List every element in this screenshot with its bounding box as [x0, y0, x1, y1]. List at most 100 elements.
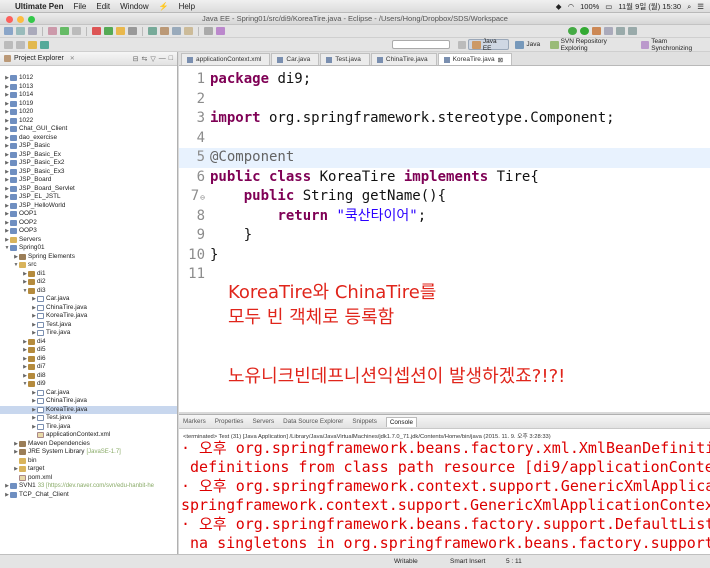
publish-icon[interactable] — [128, 27, 137, 35]
tree-item[interactable]: ▶ di6 — [0, 355, 177, 364]
tree-item[interactable]: ▶ target — [0, 465, 177, 474]
quick-access-input[interactable] — [392, 40, 450, 49]
save-all-icon[interactable] — [28, 27, 37, 35]
wifi-icon[interactable]: ◠ — [568, 2, 575, 11]
tree-item[interactable]: ▶ SVN1 33 [https://dev.naver.com/svn/edu-h… — [0, 482, 177, 491]
tree-item[interactable]: ▶ 1012 — [0, 74, 177, 83]
perspective-java[interactable]: Java — [511, 39, 544, 50]
tree-item[interactable]: ▶ dao_exercise — [0, 134, 177, 143]
battery-percent[interactable]: 100% — [580, 2, 599, 11]
tree-item[interactable]: ▶ JSP_HelloWorld — [0, 202, 177, 211]
tree-item[interactable]: ▶ di7 — [0, 363, 177, 372]
view-close-icon[interactable]: ✕ — [70, 55, 75, 62]
open-type-icon[interactable] — [184, 27, 193, 35]
console-tab-markers[interactable]: Markers — [183, 418, 206, 425]
console-tab-data-source-explorer[interactable]: Data Source Explorer — [283, 418, 343, 425]
tree-item[interactable]: ▶ Car.java — [0, 295, 177, 304]
editor-tab[interactable]: Car.java — [271, 53, 320, 65]
tree-item[interactable]: ▶ JSP_Board_Servlet — [0, 185, 177, 194]
tree-item[interactable]: ▶ 1020 — [0, 108, 177, 117]
server-icon[interactable] — [60, 27, 69, 35]
zoom-window-button[interactable] — [28, 16, 35, 23]
search-toolbar-icon[interactable] — [204, 27, 213, 35]
tree-item[interactable]: ▶ ChinaTire.java — [0, 304, 177, 313]
code-editor[interactable]: 1 package di9; 2 3 import org.springframewor… — [179, 70, 710, 285]
menu-edit[interactable]: Edit — [96, 2, 110, 11]
perspective-svn[interactable]: SVN Repository Exploring — [546, 38, 635, 52]
coverage-icon[interactable] — [604, 27, 613, 35]
dropbox-icon[interactable]: ◆ — [556, 2, 562, 11]
editor-tab[interactable]: KoreaTire.java ⊠ — [437, 53, 513, 65]
tree-item[interactable]: ▶ KoreaTire.java — [0, 405, 177, 414]
tree-item[interactable]: ▶ JSP_Basic_Ex3 — [0, 168, 177, 177]
bolt-icon[interactable]: ⚡ — [159, 2, 169, 11]
tree-item[interactable]: ▶ 1014 — [0, 91, 177, 100]
tree-item[interactable]: ▶ JSP_Board — [0, 176, 177, 185]
tree-item[interactable]: ▶ di2 — [0, 278, 177, 287]
minimize-view-icon[interactable]: — — [159, 55, 166, 62]
collapse-all-icon[interactable]: ⊟ — [133, 55, 139, 63]
stop-icon[interactable] — [92, 27, 101, 35]
tree-item[interactable]: ▶ 1019 — [0, 100, 177, 109]
notification-icon[interactable]: ☰ — [697, 2, 704, 11]
tree-item[interactable]: ▼ di9 — [0, 380, 177, 389]
tree-item[interactable]: ▼ src — [0, 261, 177, 270]
tree-item[interactable]: ▶ Maven Dependencies — [0, 440, 177, 449]
open-task-icon[interactable] — [216, 27, 225, 35]
link-editor-icon[interactable]: ⇆ — [142, 55, 148, 63]
back-icon[interactable] — [28, 40, 37, 49]
new-package-icon[interactable] — [160, 27, 169, 35]
tree-item[interactable]: pom.xml — [0, 474, 177, 483]
editor-tab[interactable]: applicationContext.xml — [181, 53, 271, 65]
tree-item[interactable]: ▶ OOP2 — [0, 219, 177, 228]
history-back-icon[interactable] — [616, 27, 625, 35]
tree-item[interactable]: ▼ di3 — [0, 287, 177, 296]
tree-item[interactable]: ▶ JSP_Basic — [0, 142, 177, 151]
tree-item[interactable]: ▶ di1 — [0, 270, 177, 279]
debug-server-icon[interactable] — [116, 27, 125, 35]
prev-annotation-icon[interactable] — [16, 40, 25, 49]
tree-item[interactable]: ▶ Test.java — [0, 321, 177, 330]
close-window-button[interactable] — [6, 16, 13, 23]
perspective-team-sync[interactable]: Team Synchronizing — [637, 38, 710, 52]
tree-item[interactable]: ▶ 1013 — [0, 83, 177, 92]
new-icon[interactable] — [4, 27, 13, 35]
tree-item[interactable]: ▶ KoreaTire.java — [0, 312, 177, 321]
tree-item[interactable]: ▶ TCP_Chat_Client — [0, 491, 177, 500]
tree-item[interactable]: ▶ JSP_EL_JSTL — [0, 193, 177, 202]
history-forward-icon[interactable] — [628, 27, 637, 35]
tree-item[interactable]: ▶ Tire.java — [0, 423, 177, 432]
tree-item[interactable]: ▶ 1022 — [0, 117, 177, 126]
tree-item[interactable]: ▶ Spring Elements — [0, 253, 177, 262]
external-tools-icon[interactable] — [592, 27, 601, 35]
console-tab-properties[interactable]: Properties — [215, 418, 244, 425]
tree-item[interactable]: applicationContext.xml — [0, 431, 177, 440]
close-tab-icon[interactable]: ⊠ — [498, 56, 503, 64]
run-server-icon[interactable] — [104, 27, 113, 35]
console-output[interactable]: · 오후 org.springframework.beans.factory.x… — [179, 439, 710, 553]
console-tab-console[interactable]: Console — [385, 416, 417, 427]
editor-tab[interactable]: Test.java — [320, 53, 370, 65]
tree-item[interactable]: ▶ JSP_Basic_Ex2 — [0, 159, 177, 168]
minimize-window-button[interactable] — [17, 16, 24, 23]
new-project-icon[interactable] — [148, 27, 157, 35]
new-class-icon[interactable] — [172, 27, 181, 35]
forward-icon[interactable] — [40, 40, 49, 49]
open-perspective-icon[interactable] — [458, 41, 467, 49]
menu-help[interactable]: Help — [179, 2, 195, 11]
search-icon[interactable]: ⌕ — [687, 2, 691, 12]
save-icon[interactable] — [16, 27, 25, 35]
menu-app-name[interactable]: Ultimate Pen — [15, 2, 63, 11]
console-tab-servers[interactable]: Servers — [252, 418, 274, 425]
tree-item[interactable]: ▶ Test.java — [0, 414, 177, 423]
menu-window[interactable]: Window — [120, 2, 148, 11]
tree-item[interactable]: ▶ JSP_Basic_Ex — [0, 151, 177, 160]
tree-item[interactable]: ▶ Car.java — [0, 389, 177, 398]
next-annotation-icon[interactable] — [4, 40, 13, 49]
tree-item[interactable]: ▼ Spring01 — [0, 244, 177, 253]
tree-item[interactable]: ▶ di5 — [0, 346, 177, 355]
tree-item[interactable]: ▶ ChinaTire.java — [0, 397, 177, 406]
profile-icon[interactable] — [72, 27, 81, 35]
fold-marker-icon[interactable]: ⊖ — [200, 193, 205, 202]
project-explorer-title[interactable]: Project Explorer — [14, 55, 64, 62]
